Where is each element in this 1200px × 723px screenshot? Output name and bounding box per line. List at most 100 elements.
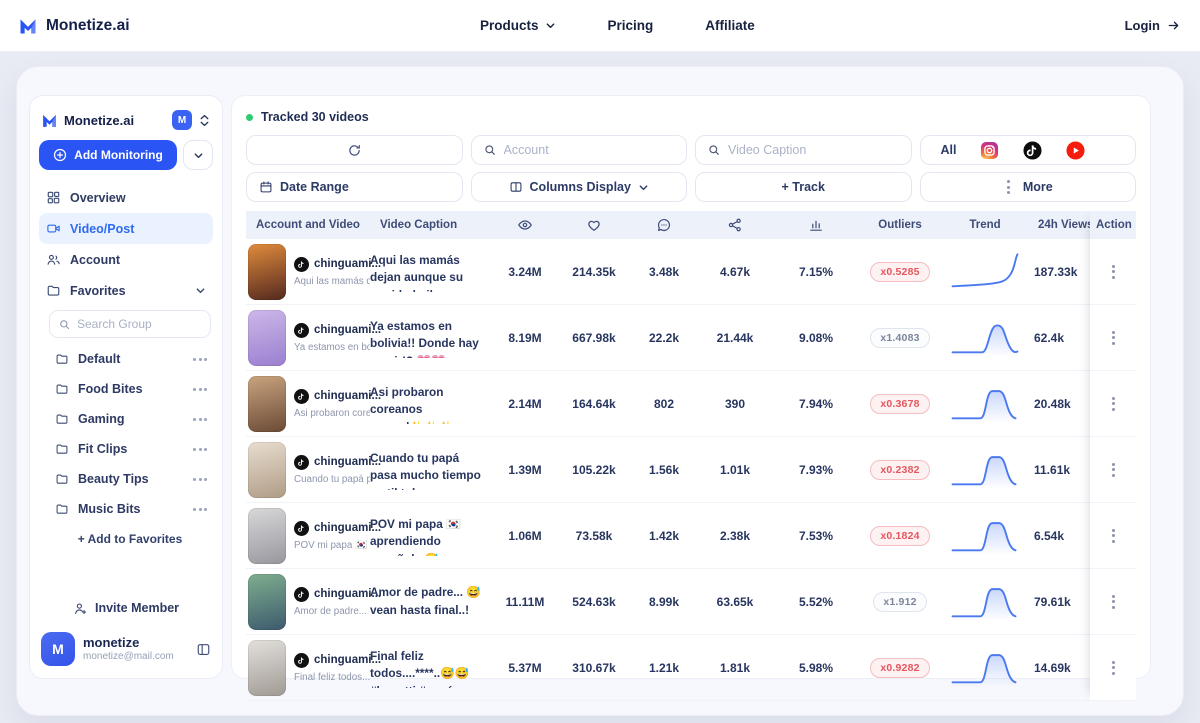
col-trend[interactable]: Trend	[942, 219, 1028, 231]
col-comments[interactable]	[632, 217, 696, 233]
group-label: Music Bits	[78, 502, 141, 516]
video-thumbnail[interactable]	[248, 508, 286, 564]
more-button[interactable]: More	[920, 172, 1137, 202]
invite-member-button[interactable]: Invite Member	[39, 592, 213, 624]
col-shares[interactable]	[696, 217, 774, 233]
group-more-button[interactable]	[193, 388, 207, 391]
date-range-button[interactable]: Date Range	[246, 172, 463, 202]
sidebar-item-account[interactable]: Account	[39, 244, 213, 275]
add-monitoring-caret-button[interactable]	[183, 140, 213, 170]
shares-value: 63.65k	[696, 595, 774, 609]
workspace-badge[interactable]: M	[172, 110, 192, 130]
sidebar-item-overview[interactable]: Overview	[39, 182, 213, 213]
views-change-value: 20.48k	[1028, 397, 1090, 411]
video-caption[interactable]: Ya estamos en bolivia!! Donde hay que ir…	[370, 318, 494, 358]
trend-sparkline	[942, 647, 1028, 689]
video-thumbnail[interactable]	[248, 244, 286, 300]
video-thumbnail[interactable]	[248, 574, 286, 630]
youtube-icon[interactable]	[1066, 141, 1085, 160]
favorites-group-item[interactable]: Music Bits	[47, 494, 213, 524]
shares-value: 1.01k	[696, 463, 774, 477]
brand-logo[interactable]: Monetize.ai	[18, 16, 130, 36]
shares-value: 21.44k	[696, 331, 774, 345]
folder-icon	[46, 283, 61, 298]
row-actions-button[interactable]	[1108, 657, 1119, 679]
favorites-group-item[interactable]: Food Bites	[47, 374, 213, 404]
folder-icon	[55, 502, 69, 516]
group-more-button[interactable]	[193, 448, 207, 451]
views-value: 2.14M	[494, 397, 556, 411]
search-group-box[interactable]	[49, 310, 211, 338]
favorites-group-item[interactable]: Default	[47, 344, 213, 374]
search-icon	[58, 318, 71, 331]
favorites-group-item[interactable]: Fit Clips	[47, 434, 213, 464]
engagement-value: 7.53%	[774, 529, 858, 543]
sidebar-item-favorites[interactable]: Favorites	[39, 275, 213, 306]
video-caption[interactable]: Final feliz todos....****..😅😅 #bugatti #…	[370, 648, 494, 688]
group-more-button[interactable]	[193, 418, 207, 421]
group-more-button[interactable]	[193, 508, 207, 511]
monetize-logo-icon	[41, 112, 58, 129]
caption-search-box	[695, 135, 912, 165]
row-actions-button[interactable]	[1108, 591, 1119, 613]
row-actions-button[interactable]	[1108, 261, 1119, 283]
group-more-button[interactable]	[193, 478, 207, 481]
caption-search-input[interactable]	[728, 143, 911, 157]
table-scroll-area[interactable]: Account and Video Video Caption	[246, 211, 1090, 701]
col-views-change[interactable]: 24h Views Change	[1028, 219, 1090, 231]
comments-value: 1.21k	[632, 661, 696, 675]
sidebar-item-video-post[interactable]: Video/Post	[39, 213, 213, 244]
updown-chevron-icon[interactable]	[198, 113, 211, 128]
columns-display-button[interactable]: Columns Display	[471, 172, 688, 202]
person-plus-icon	[73, 601, 88, 616]
favorites-group-item[interactable]: Beauty Tips	[47, 464, 213, 494]
account-subtitle: Ya estamos en boli...	[294, 342, 370, 353]
video-caption[interactable]: POV mi papa 🇰🇷 aprendiendo español...😅..…	[370, 516, 494, 556]
user-account-row[interactable]: M monetize monetize@mail.com	[39, 624, 213, 668]
add-monitoring-button[interactable]: Add Monitoring	[39, 140, 177, 170]
account-search-input[interactable]	[504, 143, 687, 157]
row-actions-button[interactable]	[1108, 525, 1119, 547]
video-thumbnail[interactable]	[248, 310, 286, 366]
search-group-input[interactable]	[77, 317, 202, 331]
col-outliers[interactable]: Outliers	[858, 219, 942, 231]
views-change-value: 14.69k	[1028, 661, 1090, 675]
col-engagement[interactable]	[774, 217, 858, 233]
video-thumbnail[interactable]	[248, 640, 286, 696]
login-button[interactable]: Login	[1125, 18, 1180, 33]
instagram-icon[interactable]	[980, 141, 999, 160]
col-likes[interactable]	[556, 217, 632, 233]
main-panel: Tracked 30 videos All	[231, 95, 1151, 679]
add-to-favorites-button[interactable]: + Add to Favorites	[47, 524, 213, 554]
refresh-button[interactable]	[246, 135, 463, 165]
collapse-panel-icon[interactable]	[196, 642, 211, 657]
row-actions-button[interactable]	[1108, 393, 1119, 415]
group-label: Beauty Tips	[78, 472, 149, 486]
row-actions-button[interactable]	[1108, 459, 1119, 481]
track-button[interactable]: + Track	[695, 172, 912, 202]
comments-value: 22.2k	[632, 331, 696, 345]
col-account-video[interactable]: Account and Video	[246, 219, 370, 231]
nav-affiliate[interactable]: Affiliate	[705, 18, 755, 33]
video-thumbnail[interactable]	[248, 442, 286, 498]
row-actions-button[interactable]	[1108, 327, 1119, 349]
video-caption[interactable]: Aqui las mamás dejan aunque su marido ba…	[370, 252, 494, 292]
video-thumbnail[interactable]	[248, 376, 286, 432]
tiktok-icon[interactable]	[1023, 141, 1042, 160]
video-caption[interactable]: Amor de padre... 😅 vean hasta final..!	[370, 584, 494, 619]
col-video-caption[interactable]: Video Caption	[370, 219, 494, 231]
group-list: Default Food Bites Gaming Fit Clips Beau…	[47, 344, 213, 524]
brand-name: Monetize.ai	[46, 17, 130, 35]
nav-pricing[interactable]: Pricing	[608, 18, 654, 33]
video-caption[interactable]: Asi probaron coreanos mezcal✨✨✨ #mezcal.…	[370, 384, 494, 424]
group-more-button[interactable]	[193, 358, 207, 361]
eye-icon	[517, 217, 533, 233]
filter-all-button[interactable]: All	[941, 143, 957, 157]
video-caption[interactable]: Cuando tu papá pasa mucho tiempo en tikt…	[370, 450, 494, 490]
nav-products[interactable]: Products	[480, 18, 556, 33]
favorites-group-item[interactable]: Gaming	[47, 404, 213, 434]
views-change-value: 6.54k	[1028, 529, 1090, 543]
views-value: 5.37M	[494, 661, 556, 675]
account-subtitle: Amor de padre... 😅...	[294, 606, 370, 617]
col-views[interactable]	[494, 217, 556, 233]
